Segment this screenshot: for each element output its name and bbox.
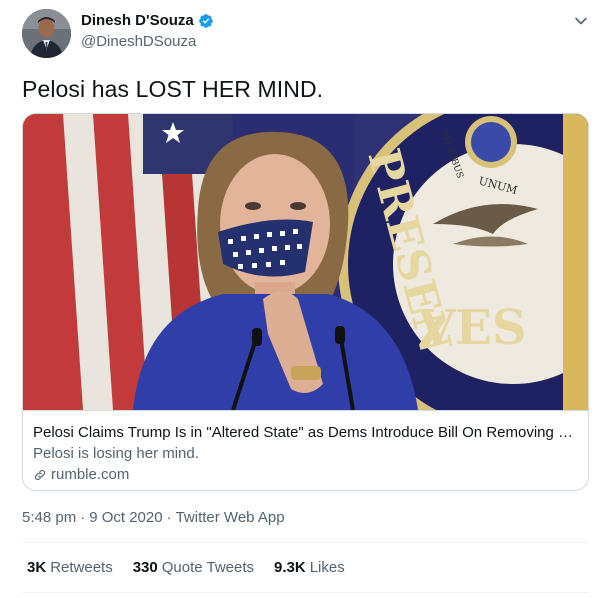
chevron-down-icon[interactable] [574, 14, 588, 28]
link-card[interactable]: VES PRESEN UNUM PLURIBUS Pelosi Claims T… [22, 113, 589, 491]
author-name-row: Dinesh D'Souza [81, 12, 214, 29]
card-info[interactable]: Pelosi Claims Trump Is in "Altered State… [23, 410, 588, 490]
tweet: Dinesh D'Souza @DineshDSouza Pelosi has … [0, 0, 608, 598]
verified-badge-icon [198, 13, 213, 28]
divider [22, 592, 589, 593]
tweet-stats: 3K Retweets 330 Quote Tweets 9.3K Likes [27, 559, 345, 576]
likes-count: 9.3K [274, 559, 306, 576]
likes-label: Likes [309, 559, 345, 576]
quote-tweets-label: Quote Tweets [161, 559, 255, 576]
avatar-photo [22, 9, 71, 58]
quote-tweets-count: 330 [132, 559, 158, 576]
avatar[interactable] [22, 9, 71, 58]
card-title: Pelosi Claims Trump Is in "Altered State… [33, 424, 580, 441]
likes-stat[interactable]: 9.3K Likes [274, 559, 345, 576]
tweet-source[interactable]: Twitter Web App [176, 509, 285, 526]
author-handle[interactable]: @DineshDSouza [81, 33, 214, 50]
author-display-name[interactable]: Dinesh D'Souza [81, 12, 194, 29]
author-block: Dinesh D'Souza @DineshDSouza [81, 12, 214, 50]
retweets-label: Retweets [50, 559, 113, 576]
retweets-stat[interactable]: 3K Retweets [27, 559, 113, 576]
card-photo: VES PRESEN UNUM PLURIBUS [23, 114, 588, 410]
card-description: Pelosi is losing her mind. [33, 445, 199, 462]
card-image[interactable]: VES PRESEN UNUM PLURIBUS [23, 114, 588, 410]
quote-tweets-stat[interactable]: 330 Quote Tweets [133, 559, 254, 576]
tweet-text: Pelosi has LOST HER MIND. [22, 76, 324, 102]
tweet-metadata: 5:48 pm · 9 Oct 2020 · Twitter Web App [22, 509, 285, 526]
card-domain-row: rumble.com [33, 466, 580, 483]
link-icon [34, 469, 46, 480]
card-domain: rumble.com [51, 466, 130, 483]
divider [22, 542, 589, 543]
tweet-date[interactable]: 9 Oct 2020 [89, 509, 162, 526]
retweets-count: 3K [27, 559, 47, 576]
meta-separator: · [166, 509, 172, 526]
tweet-time[interactable]: 5:48 pm [22, 509, 76, 526]
meta-separator: · [80, 509, 86, 526]
